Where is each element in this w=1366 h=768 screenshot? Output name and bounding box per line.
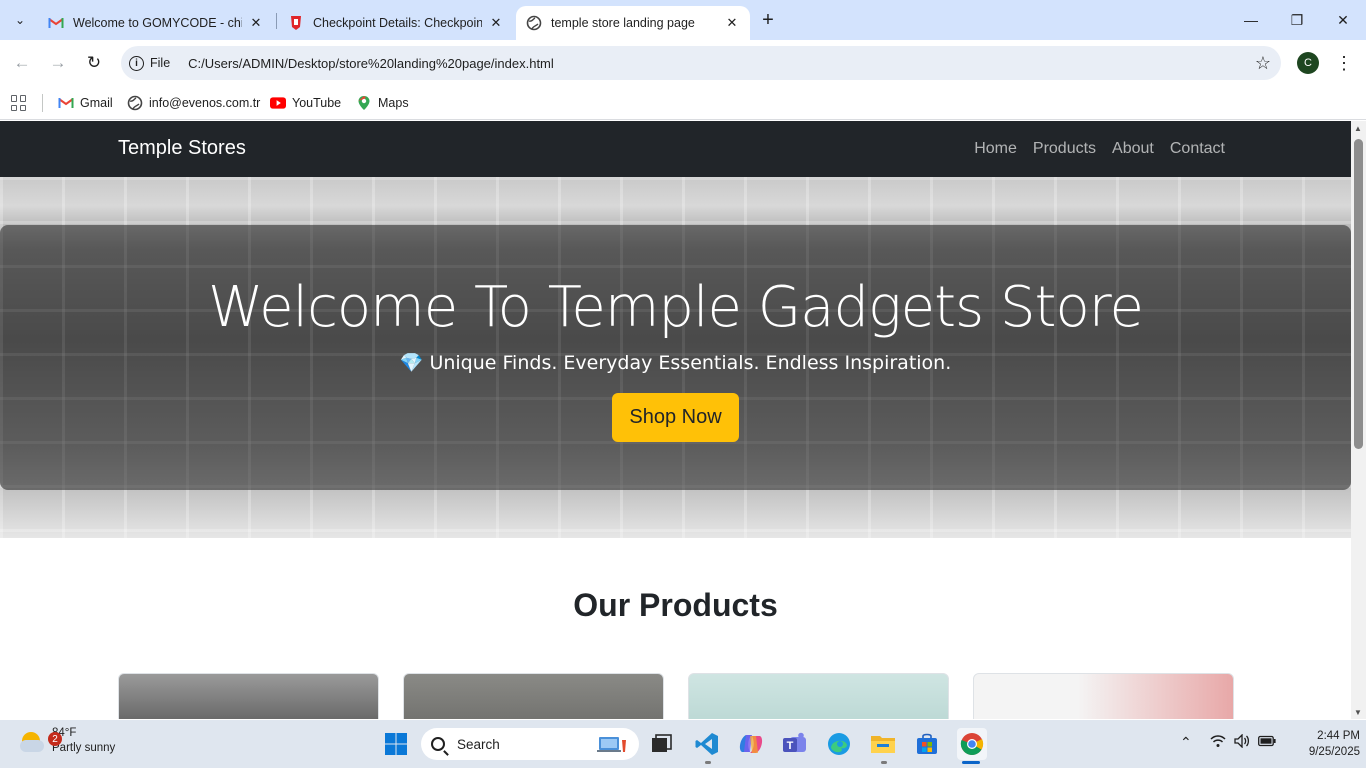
copilot-icon[interactable] — [737, 730, 765, 758]
browser-toolbar: ← → ↻ i File C:/Users/ADMIN/Desktop/stor… — [0, 40, 1366, 86]
active-app-indicator — [962, 761, 980, 764]
new-tab-plus-icon[interactable]: + — [756, 8, 780, 32]
nav-link-contact[interactable]: Contact — [1170, 140, 1225, 158]
products-heading: Our Products — [573, 587, 778, 623]
gmail-icon — [58, 95, 74, 111]
apps-grid-icon[interactable] — [11, 95, 27, 111]
menu-kebab-icon[interactable]: ⋮ — [1335, 51, 1353, 75]
tab-title: Checkpoint Details: Checkpoint — [313, 16, 482, 30]
system-clock[interactable]: 2:44 PM 9/25/2025 — [1280, 728, 1360, 760]
bookmark-youtube[interactable]: YouTube — [270, 92, 341, 114]
close-icon[interactable]: ✕ — [724, 15, 740, 31]
product-card-image[interactable] — [403, 673, 664, 719]
scrollbar-thumb[interactable] — [1354, 139, 1363, 449]
bookmark-label: Maps — [378, 96, 409, 110]
clock-time: 2:44 PM — [1317, 730, 1360, 742]
file-explorer-icon[interactable] — [869, 730, 897, 758]
taskbar-search-box[interactable]: Search — [421, 728, 639, 760]
battery-icon[interactable] — [1258, 734, 1276, 750]
profile-avatar[interactable]: C — [1297, 52, 1319, 74]
bookmark-star-icon[interactable]: ☆ — [1255, 53, 1271, 74]
taskbar: 2 84°F Partly sunny Search T ⌃ 2:44 PM 9… — [0, 720, 1366, 768]
nav-link-home[interactable]: Home — [974, 140, 1017, 158]
scroll-up-arrow-icon[interactable]: ▲ — [1354, 124, 1362, 133]
gmail-icon — [48, 15, 64, 31]
volume-icon[interactable] — [1234, 733, 1250, 751]
bookmark-label: info@evenos.com.tr — [149, 96, 261, 110]
show-hidden-icons-chevron-icon[interactable]: ⌃ — [1180, 734, 1192, 751]
tab-temple-store[interactable]: temple store landing page ✕ — [516, 6, 750, 40]
close-icon[interactable]: ✕ — [488, 15, 504, 31]
bookmark-label: YouTube — [292, 96, 342, 110]
restore-icon[interactable]: ❐ — [1274, 0, 1320, 40]
bookmark-maps[interactable]: Maps — [356, 92, 409, 114]
gomycode-icon — [288, 15, 304, 31]
address-bar[interactable]: i File C:/Users/ADMIN/Desktop/store%20la… — [121, 46, 1281, 80]
nav-link-about[interactable]: About — [1112, 140, 1154, 158]
chrome-icon[interactable] — [957, 728, 987, 760]
bookmark-gmail[interactable]: Gmail — [58, 92, 113, 114]
search-placeholder: Search — [457, 736, 500, 752]
reload-icon[interactable]: ↻ — [82, 51, 106, 75]
tab-title: temple store landing page — [551, 16, 695, 30]
product-card-image[interactable] — [688, 673, 949, 719]
search-highlight-icon — [597, 734, 629, 757]
svg-text:T: T — [787, 740, 794, 752]
url-text[interactable]: C:/Users/ADMIN/Desktop/store%20landing%2… — [188, 56, 554, 71]
scroll-down-arrow-icon[interactable]: ▼ — [1354, 708, 1362, 717]
nav-links: Home Products About Contact — [974, 140, 1225, 158]
bookmark-evenos[interactable]: info@evenos.com.tr — [127, 92, 260, 114]
site-brand[interactable]: Temple Stores — [118, 137, 246, 160]
back-arrow-icon[interactable]: ← — [10, 51, 34, 75]
page-scrollbar[interactable]: ▲ ▼ — [1351, 121, 1366, 719]
tab-checkpoint-details[interactable]: Checkpoint Details: Checkpoint ✕ — [278, 6, 514, 40]
shop-now-button[interactable]: Shop Now — [612, 393, 739, 442]
wifi-icon[interactable] — [1210, 734, 1226, 751]
site-navbar: Temple Stores Home Products About Contac… — [0, 121, 1351, 177]
product-card-image[interactable] — [118, 673, 379, 719]
close-icon[interactable]: ✕ — [248, 15, 264, 31]
site-info-label: File — [150, 56, 171, 70]
running-indicator — [705, 761, 711, 764]
window-close-icon[interactable]: ✕ — [1320, 0, 1366, 40]
windows-start-icon[interactable] — [382, 730, 410, 758]
tab-divider — [276, 13, 277, 29]
edge-icon[interactable] — [825, 730, 853, 758]
hero-title: Welcome To Temple Gadgets Store — [207, 275, 1144, 340]
bookmarks-divider — [42, 94, 43, 112]
web-page: Temple Stores Home Products About Contac… — [0, 121, 1351, 719]
gem-icon: 💎 — [399, 352, 424, 374]
nav-link-products[interactable]: Products — [1033, 140, 1096, 158]
forward-arrow-icon[interactable]: → — [46, 51, 70, 75]
youtube-icon — [270, 95, 286, 111]
tab-search-chevron-icon[interactable]: ⌄ — [8, 8, 32, 32]
hero-section: Welcome To Temple Gadgets Store 💎 Unique… — [0, 177, 1351, 538]
teams-icon[interactable]: T — [781, 730, 809, 758]
site-info-chip[interactable]: i File — [129, 55, 180, 71]
bookmarks-bar: Gmail info@evenos.com.tr YouTube Maps — [0, 86, 1366, 120]
hero-subtitle: Unique Finds. Everyday Essentials. Endle… — [429, 352, 952, 374]
globe-icon — [526, 15, 542, 31]
clock-date: 9/25/2025 — [1308, 746, 1360, 758]
info-icon: i — [129, 55, 144, 71]
minimize-icon[interactable]: — — [1228, 0, 1274, 40]
microsoft-store-icon[interactable] — [913, 730, 941, 758]
maps-icon — [356, 95, 372, 111]
product-card-image[interactable] — [973, 673, 1234, 719]
notification-badge: 2 — [48, 732, 62, 746]
tab-title: Welcome to GOMYCODE - chiji — [73, 16, 242, 30]
running-indicator — [881, 761, 887, 764]
tab-strip: ⌄ Welcome to GOMYCODE - chiji ✕ Checkpoi… — [0, 0, 1366, 40]
weather-widget[interactable]: 2 84°F Partly sunny — [18, 726, 115, 756]
partly-sunny-icon — [18, 728, 44, 754]
bookmark-label: Gmail — [80, 96, 113, 110]
hero-subtitle-wrap: 💎 Unique Finds. Everyday Essentials. End… — [0, 351, 1351, 374]
globe-icon — [127, 95, 143, 111]
tab-gomycode-welcome[interactable]: Welcome to GOMYCODE - chiji ✕ — [38, 6, 274, 40]
task-view-icon[interactable] — [648, 730, 676, 758]
vscode-icon[interactable] — [693, 730, 721, 758]
weather-condition: Partly sunny — [52, 742, 116, 754]
search-icon — [431, 737, 445, 751]
